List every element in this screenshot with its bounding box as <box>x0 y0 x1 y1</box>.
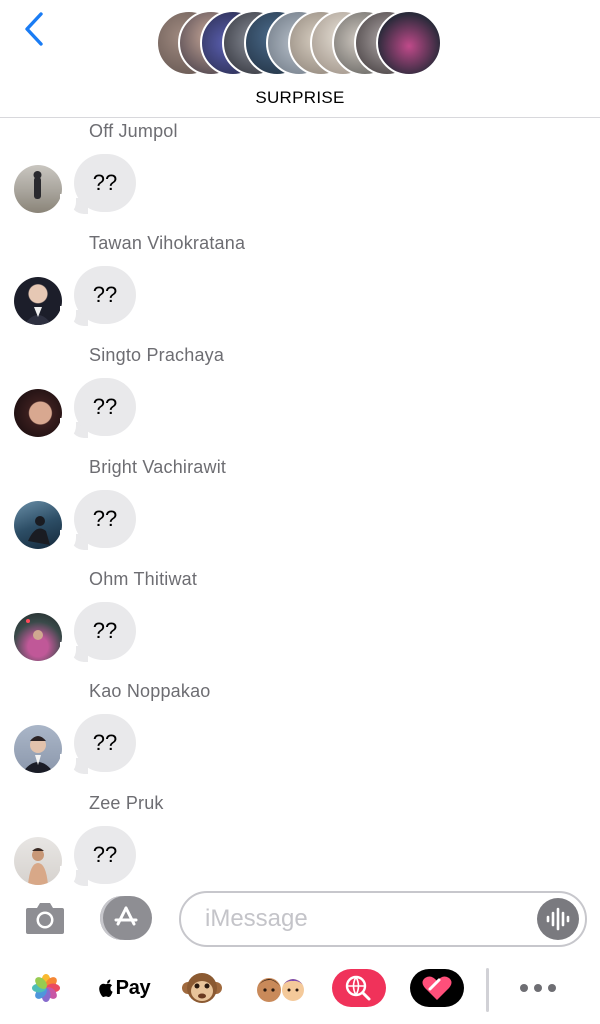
message-group: Off Jumpol ?? <box>0 118 600 230</box>
person-silhouette-icon <box>22 736 54 773</box>
monkey-animoji-icon <box>182 973 222 1003</box>
sender-avatar[interactable] <box>14 725 62 773</box>
bubble-tail-mask <box>60 418 76 440</box>
waveform-icon <box>546 907 570 931</box>
group-title[interactable]: SURPRISE <box>0 88 600 108</box>
sender-avatar[interactable] <box>14 837 62 885</box>
apple-pay-label: Pay <box>98 977 151 1000</box>
sender-name: Singto Prachaya <box>89 345 225 365</box>
message-input[interactable] <box>205 893 525 945</box>
sender-name: Kao Noppakao <box>89 681 211 701</box>
sender-avatar[interactable] <box>14 165 62 213</box>
audio-message-button[interactable] <box>537 898 579 940</box>
sender-name: Off Jumpol <box>89 121 178 141</box>
bubble-tail-mask <box>60 866 76 888</box>
message-group: Tawan Vihokratana ?? <box>0 230 600 342</box>
sender-name: Ohm Thitiwat <box>89 569 198 589</box>
person-silhouette-icon <box>26 619 43 640</box>
app-store-button[interactable] <box>100 896 152 940</box>
message-group: Bright Vachirawit ?? <box>0 454 600 566</box>
bubble-tail-mask <box>60 642 76 664</box>
digital-touch-button[interactable] <box>410 966 464 1010</box>
sender-avatar[interactable] <box>14 613 62 661</box>
message-bubble[interactable]: ?? <box>74 154 136 212</box>
back-button[interactable] <box>18 10 50 48</box>
message-bubble[interactable]: ?? <box>74 378 136 436</box>
bubble-tail-mask <box>60 754 76 776</box>
message-group: Singto Prachaya ?? <box>0 342 600 454</box>
apple-pay-text: Pay <box>115 976 151 999</box>
drawer-divider <box>486 968 489 1012</box>
bubble-tail-mask <box>60 306 76 328</box>
memoji-button[interactable] <box>254 966 308 1010</box>
message-list[interactable]: Off Jumpol ?? Tawan Vihokratana ?? Singt… <box>0 118 600 888</box>
photos-app-button[interactable] <box>26 966 66 1010</box>
group-member-avatar <box>376 10 442 76</box>
person-silhouette-icon <box>28 516 50 545</box>
message-bubble[interactable]: ?? <box>74 714 136 772</box>
camera-icon <box>26 903 64 934</box>
web-search-button[interactable] <box>332 966 386 1010</box>
group-avatar-stack[interactable] <box>156 10 442 76</box>
digital-touch-icon <box>410 969 464 1007</box>
photos-icon <box>32 974 60 1002</box>
app-store-icon <box>114 906 138 926</box>
bubble-tail-mask <box>60 530 76 552</box>
person-silhouette-icon <box>33 171 42 199</box>
person-silhouette-icon <box>24 307 52 325</box>
sender-avatar[interactable] <box>14 277 62 325</box>
person-silhouette-icon <box>28 848 48 885</box>
chevron-left-icon <box>25 12 43 46</box>
conversation-header: SURPRISE <box>0 0 600 118</box>
memoji-icon <box>257 978 304 1002</box>
message-group: Ohm Thitiwat ?? <box>0 566 600 678</box>
more-apps-button[interactable] <box>512 966 564 1010</box>
apple-logo-icon <box>98 979 113 997</box>
message-bubble[interactable]: ?? <box>74 490 136 548</box>
web-search-icon <box>332 969 386 1007</box>
message-bubble[interactable]: ?? <box>74 602 136 660</box>
message-field[interactable] <box>179 891 587 947</box>
camera-button[interactable] <box>24 898 66 938</box>
message-bubble[interactable]: ?? <box>74 266 136 324</box>
apple-pay-button[interactable]: Pay <box>96 966 152 1010</box>
sender-avatar[interactable] <box>14 389 62 437</box>
sender-name: Zee Pruk <box>89 793 164 813</box>
compose-bar <box>0 888 600 952</box>
sender-name: Bright Vachirawit <box>89 457 227 477</box>
more-icon <box>520 984 556 992</box>
bubble-tail-mask <box>60 194 76 216</box>
sender-name: Tawan Vihokratana <box>89 233 246 253</box>
message-group: Kao Noppakao ?? <box>0 678 600 790</box>
message-group: Zee Pruk ?? <box>0 790 600 888</box>
message-bubble[interactable]: ?? <box>74 826 136 884</box>
app-drawer: Pay <box>0 952 600 1024</box>
sender-avatar[interactable] <box>14 501 62 549</box>
animoji-button[interactable] <box>180 966 224 1010</box>
